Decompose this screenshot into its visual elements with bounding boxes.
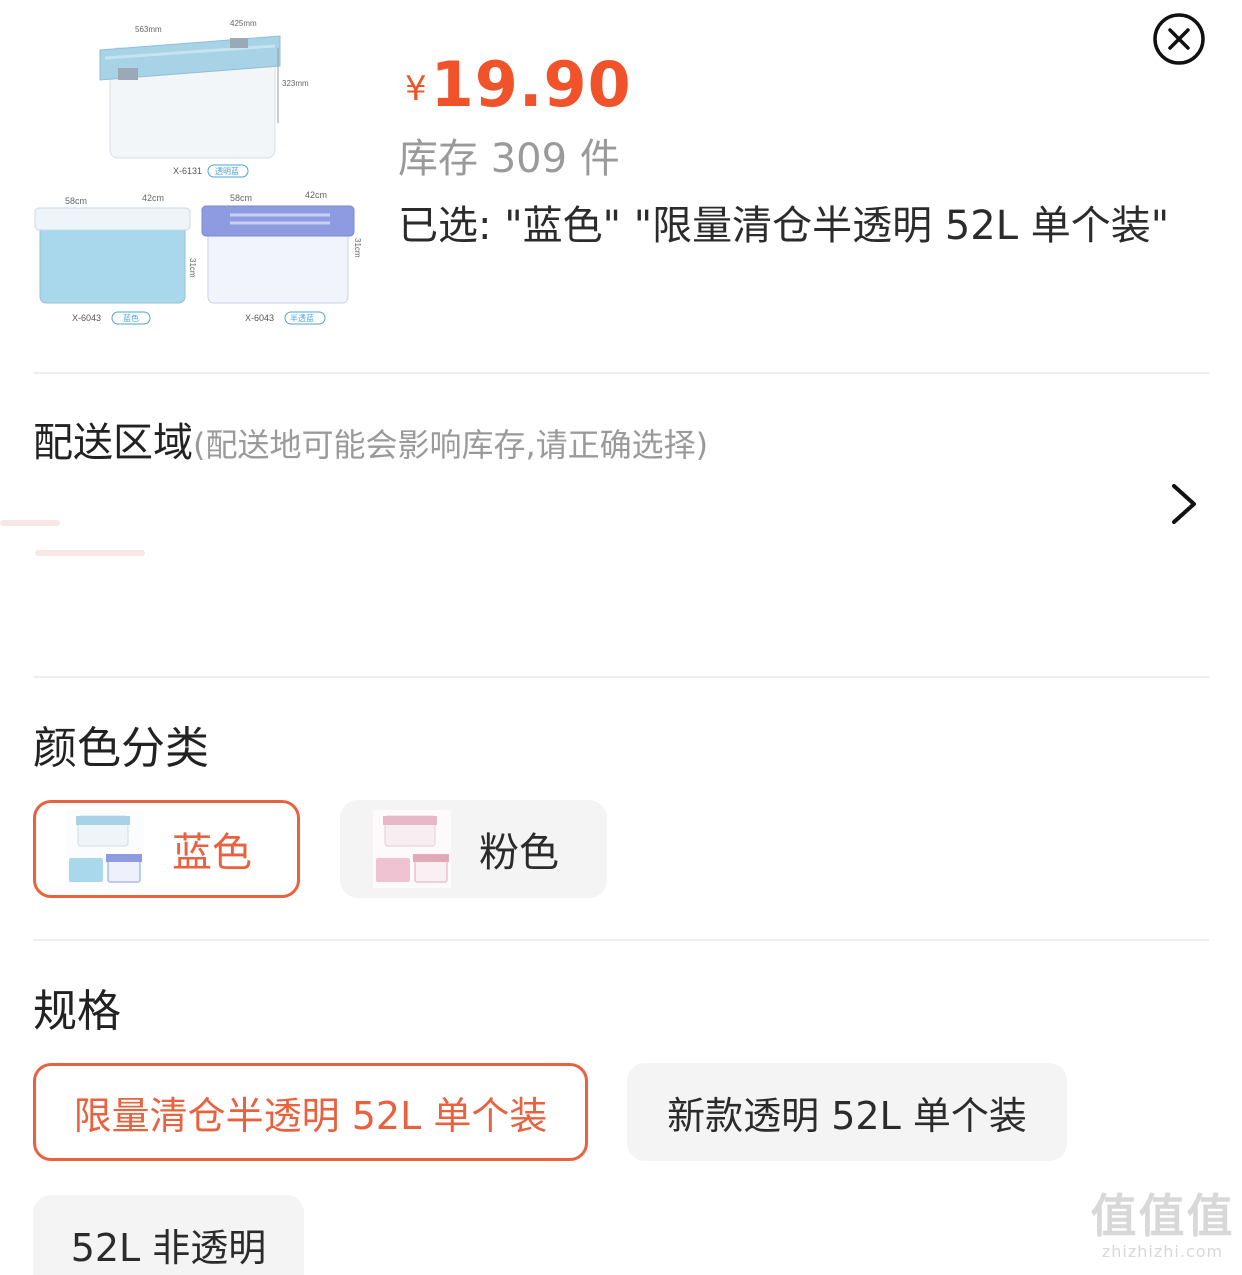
- currency-symbol: ¥: [405, 69, 427, 109]
- top-dim-1: 563mm: [135, 25, 162, 34]
- spec-option-new-52l[interactable]: 新款透明 52L 单个装: [627, 1063, 1067, 1161]
- watermark: 值值值 zhizhizhi.com: [1090, 1190, 1235, 1270]
- spec-option-opaque-52l[interactable]: 52L 非透明: [33, 1195, 304, 1275]
- right-model: X-6043: [245, 313, 274, 323]
- close-button[interactable]: [1152, 12, 1206, 66]
- right-dim-1: 58cm: [230, 193, 252, 203]
- divider: [33, 939, 1209, 941]
- color-option-label: 蓝色: [172, 830, 252, 876]
- top-dim-3: 323mm: [282, 79, 309, 88]
- top-tag: 透明蓝: [215, 166, 239, 176]
- redacted-mark: [35, 550, 145, 556]
- left-dim-3: 31cm: [188, 258, 197, 278]
- right-dim-3: 31cm: [353, 238, 362, 258]
- color-section-title: 颜色分类: [33, 723, 209, 774]
- spec-option-label: 限量清仓半透明 52L 单个装: [73, 1093, 548, 1138]
- selected-summary: 已选: "蓝色" "限量清仓半透明 52L 单个装": [398, 203, 1170, 249]
- chevron-right-icon[interactable]: [1162, 480, 1206, 528]
- divider: [33, 372, 1209, 374]
- color-option-pink[interactable]: 粉色: [340, 800, 607, 898]
- product-image: 563mm 425mm 323mm X-6131 透明蓝 58cm 42cm 3…: [30, 8, 370, 343]
- spec-section-title: 规格: [33, 986, 121, 1037]
- address-selector[interactable]: [0, 470, 1242, 650]
- top-dim-2: 425mm: [230, 19, 257, 28]
- price: ¥19.90: [405, 48, 632, 121]
- color-option-label: 粉色: [479, 830, 559, 876]
- delivery-title: 配送区域(配送地可能会影响库存,请正确选择): [33, 410, 708, 468]
- pink-variant-thumbnail: [373, 810, 451, 888]
- color-option-blue[interactable]: 蓝色: [33, 800, 300, 898]
- stock-count: 库存 309 件: [398, 136, 620, 182]
- close-circle-icon: [1153, 13, 1205, 65]
- left-model: X-6043: [72, 313, 101, 323]
- right-tag: 半透蓝: [290, 313, 314, 323]
- right-dim-2: 42cm: [305, 190, 327, 200]
- spec-option-clearance-52l[interactable]: 限量清仓半透明 52L 单个装: [33, 1063, 588, 1161]
- top-model: X-6131: [173, 166, 202, 176]
- watermark-logo: 值值值: [1090, 1189, 1235, 1243]
- spec-option-label: 新款透明 52L 单个装: [667, 1093, 1027, 1138]
- left-dim-2: 42cm: [142, 193, 164, 203]
- watermark-url: zhizhizhi.com: [1101, 1242, 1224, 1261]
- redacted-mark: [0, 520, 60, 526]
- left-tag: 蓝色: [123, 313, 139, 323]
- spec-option-label: 52L 非透明: [70, 1225, 267, 1270]
- delivery-hint: (配送地可能会影响库存,请正确选择): [193, 426, 709, 464]
- price-amount: 19.90: [430, 48, 632, 121]
- delivery-title-main: 配送区域: [33, 420, 193, 466]
- blue-variant-thumbnail: [66, 810, 144, 888]
- left-dim-1: 58cm: [65, 196, 87, 206]
- divider: [33, 676, 1209, 678]
